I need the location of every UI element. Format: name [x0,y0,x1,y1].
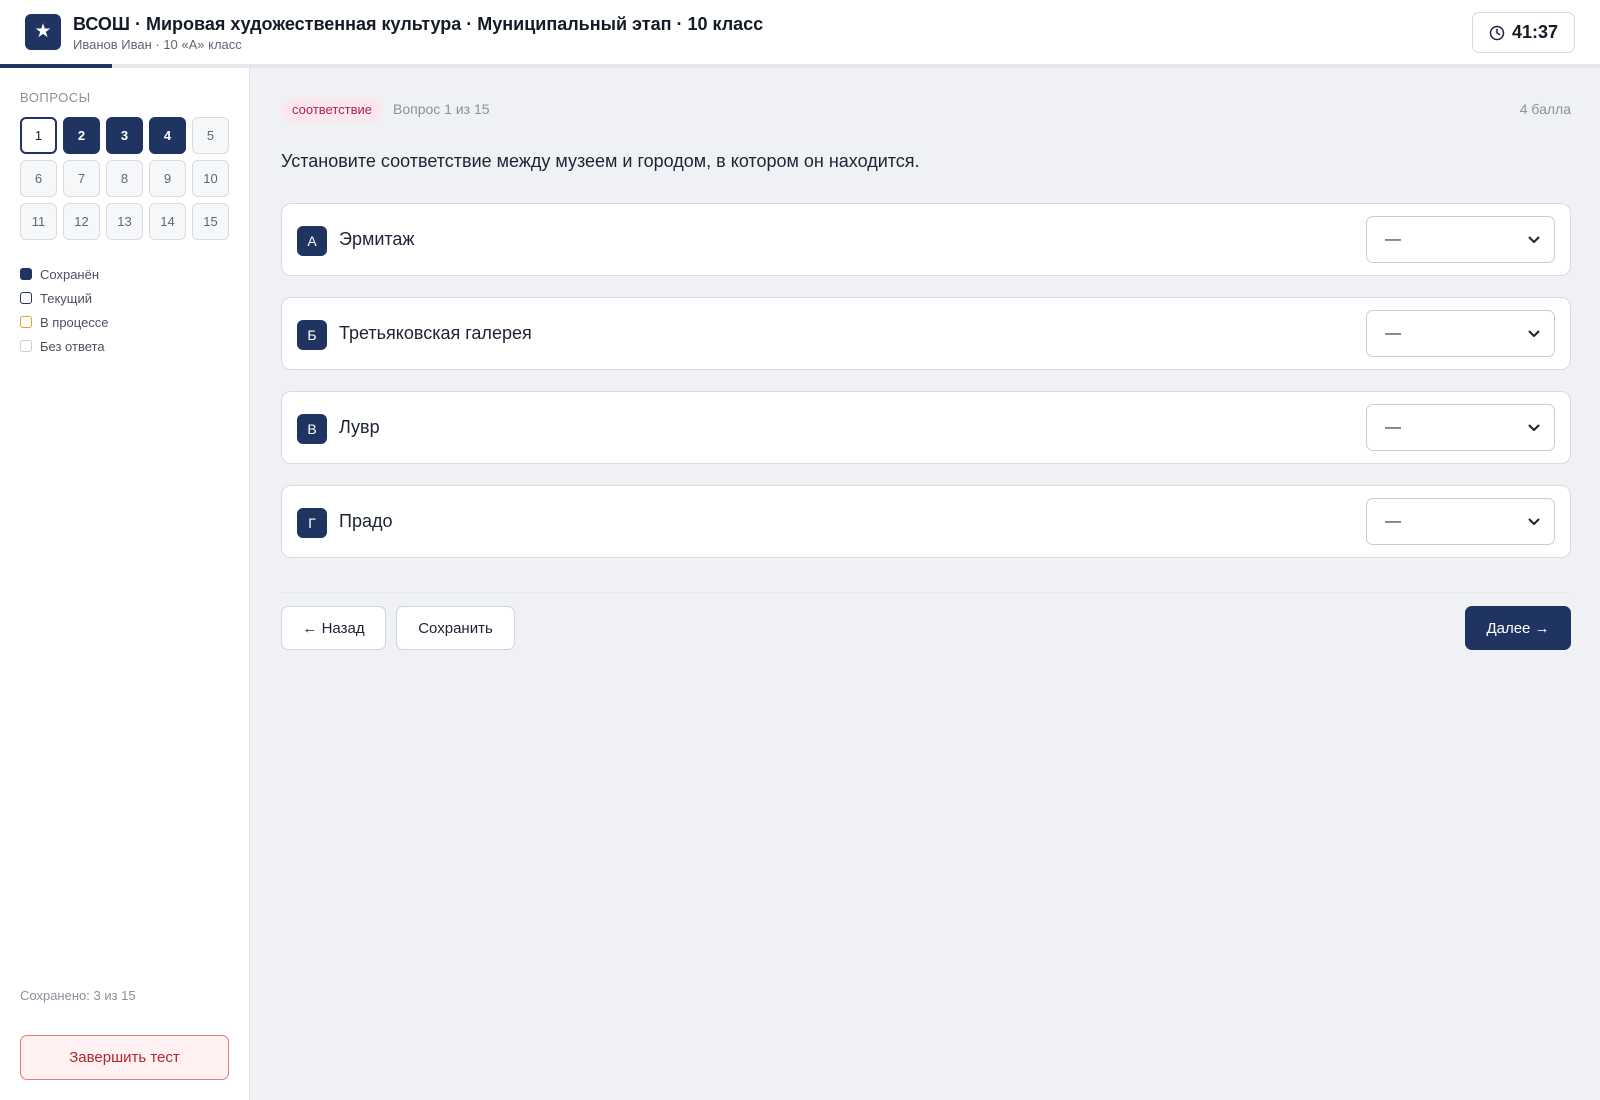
divider [281,592,1571,593]
item-label: Прадо [339,511,393,531]
question-button-1[interactable]: 1 [20,117,57,154]
save-button[interactable]: Сохранить [396,606,515,650]
timer: 41:37 [1472,12,1575,53]
chevron-down-icon [1528,330,1540,337]
question-button-3[interactable]: 3 [106,117,143,154]
legend-swatch [20,316,32,328]
match-row: Б Третьяковская галерея — [281,297,1571,370]
question-button-5[interactable]: 5 [192,117,229,154]
city-select[interactable]: — [1366,404,1555,451]
question-button-2[interactable]: 2 [63,117,100,154]
sidebar: ВОПРОСЫ 1 2 3 4 5 6 7 8 9 10 11 12 13 14 15 Сохранён Те… [0,68,250,1100]
match-row: А Эрмитаж — [281,203,1571,276]
legend-item-current: Текущий [20,286,109,310]
question-number: Вопрос 1 из 15 [393,101,490,117]
item-letter-badge: А [297,226,327,256]
select-value: — [1385,324,1401,342]
select-value: — [1385,512,1401,530]
question-text: Установите соответствие между музеем и г… [281,151,920,171]
city-select[interactable]: — [1366,216,1555,263]
legend-item-empty: Без ответа [20,334,109,358]
city-select[interactable]: — [1366,310,1555,357]
legend-label: В процессе [40,314,109,330]
question-button-10[interactable]: 10 [192,160,229,197]
student-info: Иванов Иван · 10 «А» класс [73,37,242,52]
question-grid: 1 2 3 4 5 6 7 8 9 10 11 12 13 14 15 [20,117,230,240]
page-title: ВСОШ · Мировая художественная культура ·… [73,14,764,34]
item-letter-badge: Г [297,508,327,538]
chevron-down-icon [1528,424,1540,431]
item-letter-badge: В [297,414,327,444]
question-button-14[interactable]: 14 [149,203,186,240]
question-button-11[interactable]: 11 [20,203,57,240]
legend-label: Без ответа [40,338,105,354]
question-button-8[interactable]: 8 [106,160,143,197]
finish-test-button[interactable]: Завершить тест [20,1035,229,1080]
item-label: Лувр [339,417,380,437]
item-label: Третьяковская галерея [339,323,532,343]
select-value: — [1385,230,1401,248]
questions-heading: ВОПРОСЫ [20,90,91,105]
question-points: 4 балла [1519,101,1571,117]
match-row: В Лувр — [281,391,1571,464]
question-button-12[interactable]: 12 [63,203,100,240]
saved-count: Сохранено: 3 из 15 [20,988,136,1003]
timer-value: 41:37 [1511,22,1559,42]
legend-swatch [20,268,32,280]
legend-item-saved: Сохранён [20,262,109,286]
select-value: — [1385,418,1401,436]
city-select[interactable]: — [1366,498,1555,545]
legend-swatch [20,340,32,352]
question-button-4[interactable]: 4 [149,117,186,154]
status-legend: Сохранён Текущий В процессе Без ответа [20,262,109,358]
item-letter-badge: Б [297,320,327,350]
match-row: Г Прадо — [281,485,1571,558]
star-icon: ★ [25,14,61,50]
legend-swatch [20,292,32,304]
next-button[interactable]: Далее → [1465,606,1571,650]
header: ★ ВСОШ · Мировая художественная культура… [0,0,1600,66]
question-button-13[interactable]: 13 [106,203,143,240]
chevron-down-icon [1528,518,1540,525]
question-button-7[interactable]: 7 [63,160,100,197]
legend-label: Текущий [40,290,92,306]
item-label: Эрмитаж [339,229,415,249]
legend-item-progress: В процессе [20,310,109,334]
question-button-15[interactable]: 15 [192,203,229,240]
question-meta: соответствие Вопрос 1 из 15 4 балла [281,98,1571,124]
matching-list: А Эрмитаж — Б Третьяковская галерея — В Лувр — Г П… [281,203,1571,579]
question-button-9[interactable]: 9 [149,160,186,197]
question-button-6[interactable]: 6 [20,160,57,197]
chevron-down-icon [1528,236,1540,243]
legend-label: Сохранён [40,266,100,282]
back-button[interactable]: ← Назад [281,606,386,650]
clock-icon [1489,25,1505,40]
question-type-badge: соответствие [281,98,383,122]
